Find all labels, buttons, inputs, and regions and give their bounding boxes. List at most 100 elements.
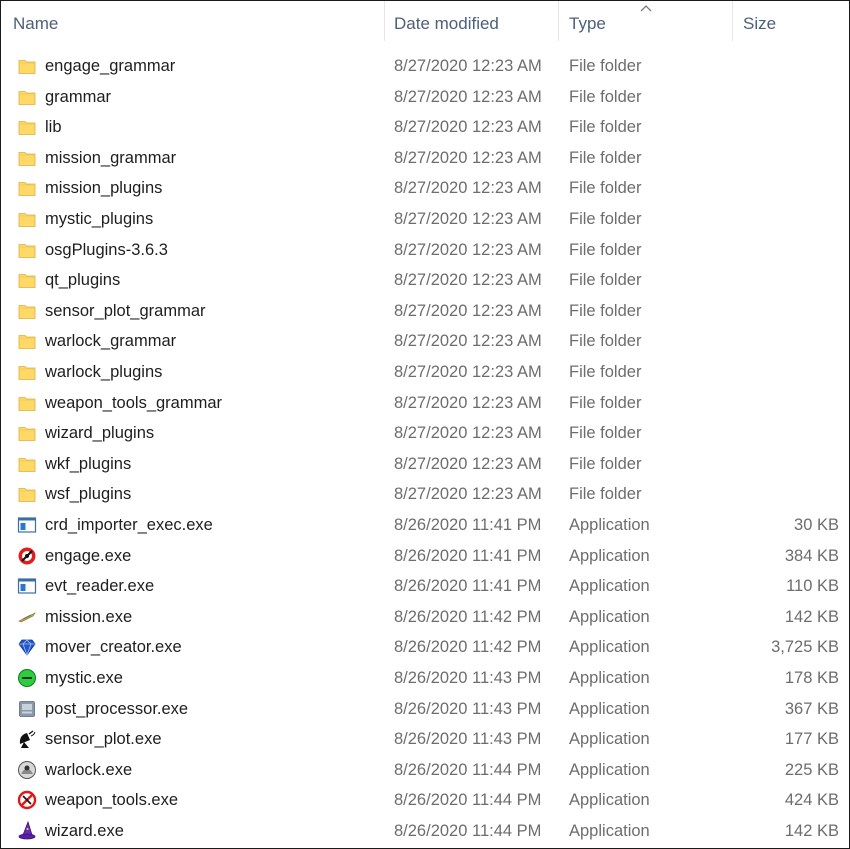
file-date-modified: 8/27/2020 12:23 AM: [394, 454, 542, 473]
file-name: warlock_plugins: [45, 363, 163, 381]
file-row[interactable]: mission.exe 8/26/2020 11:42 PM Application…: [1, 602, 849, 633]
file-row[interactable]: grammar 8/27/2020 12:23 AM File folder: [1, 82, 849, 113]
file-date-modified: 8/26/2020 11:42 PM: [394, 638, 542, 657]
column-header-size[interactable]: Size: [731, 1, 849, 47]
folder-icon: [17, 148, 37, 168]
file-name: engage_grammar: [45, 57, 176, 75]
file-row[interactable]: sensor_plot.exe 8/26/2020 11:43 PM Applica…: [1, 724, 849, 755]
window-app-icon: [17, 576, 37, 596]
file-row[interactable]: mover_creator.exe 8/26/2020 11:42 PM Appli…: [1, 632, 849, 663]
file-row[interactable]: wizard.exe 8/26/2020 11:44 PM Application 1…: [1, 816, 849, 847]
file-row[interactable]: wizard_plugins 8/27/2020 12:23 AM File fol…: [1, 418, 849, 449]
column-header-date-modified[interactable]: Date modified: [382, 1, 558, 47]
folder-icon: [17, 301, 37, 321]
file-type: File folder: [569, 424, 642, 443]
file-name: evt_reader.exe: [45, 577, 155, 596]
file-row[interactable]: engage.exe 8/26/2020 11:41 PM Application 3…: [1, 541, 849, 572]
file-row[interactable]: weapon_tools.exe 8/26/2020 11:44 PM Applic…: [1, 785, 849, 816]
post-processor-icon: [17, 699, 37, 719]
file-size: 424 KB: [784, 791, 839, 810]
file-date-modified: 8/27/2020 12:23 AM: [394, 424, 542, 443]
file-name: sensor_plot.exe: [45, 730, 162, 749]
file-row[interactable]: post_processor.exe 8/26/2020 11:43 PM Appl…: [1, 694, 849, 725]
column-header-bar: Name Date modified Type Size: [1, 1, 849, 47]
mover-creator-icon: [17, 637, 37, 657]
file-row[interactable]: weapon_tools_grammar 8/27/2020 12:23 AM Fi…: [1, 388, 849, 419]
column-header-name[interactable]: Name: [1, 1, 384, 47]
folder-icon: [17, 117, 37, 137]
file-name: wizard_plugins: [45, 424, 155, 443]
file-size: 142 KB: [784, 607, 839, 626]
file-date-modified: 8/26/2020 11:43 PM: [394, 669, 542, 687]
file-row[interactable]: lib 8/27/2020 12:23 AM File folder: [1, 112, 849, 143]
file-size: 110 KB: [786, 577, 839, 596]
engage-icon: [17, 546, 37, 566]
file-type: Application: [569, 730, 650, 749]
mission-icon: [17, 607, 37, 627]
file-name: engage.exe: [45, 546, 132, 565]
file-type: Application: [569, 638, 650, 657]
file-date-modified: 8/27/2020 12:23 AM: [394, 118, 542, 137]
file-name: mission.exe: [45, 607, 133, 626]
file-date-modified: 8/27/2020 12:23 AM: [394, 485, 542, 504]
file-size: 384 KB: [784, 546, 839, 565]
folder-icon: [17, 209, 37, 229]
file-size: 142 KB: [784, 822, 839, 840]
file-date-modified: 8/27/2020 12:23 AM: [394, 271, 542, 290]
folder-icon: [17, 484, 37, 504]
file-row[interactable]: engage_grammar 8/27/2020 12:23 AM File fol…: [1, 51, 849, 82]
file-date-modified: 8/26/2020 11:41 PM: [394, 546, 542, 565]
file-type: File folder: [569, 454, 642, 473]
file-name: lib: [45, 118, 62, 137]
file-size: 178 KB: [784, 669, 839, 687]
file-row[interactable]: mystic_plugins 8/27/2020 12:23 AM File fol…: [1, 204, 849, 235]
folder-icon: [17, 56, 37, 76]
folder-icon: [17, 331, 37, 351]
file-row[interactable]: osgPlugins-3.6.3 8/27/2020 12:23 AM File f…: [1, 235, 849, 266]
file-type: File folder: [569, 332, 642, 351]
file-name: warlock_grammar: [45, 332, 177, 351]
file-date-modified: 8/27/2020 12:23 AM: [394, 179, 542, 198]
file-type: File folder: [569, 87, 642, 106]
file-type: File folder: [569, 57, 642, 75]
file-date-modified: 8/27/2020 12:23 AM: [394, 240, 542, 259]
file-row[interactable]: mission_grammar 8/27/2020 12:23 AM File fo…: [1, 143, 849, 174]
file-name: osgPlugins-3.6.3: [45, 240, 168, 259]
file-row[interactable]: warlock_plugins 8/27/2020 12:23 AM File fo…: [1, 357, 849, 388]
file-row[interactable]: wkf_plugins 8/27/2020 12:23 AM File folder: [1, 449, 849, 480]
file-row[interactable]: evt_reader.exe 8/26/2020 11:41 PM Applicat…: [1, 571, 849, 602]
folder-icon: [17, 87, 37, 107]
file-row[interactable]: warlock_grammar 8/27/2020 12:23 AM File fo…: [1, 326, 849, 357]
file-size: 177 KB: [784, 730, 839, 749]
file-date-modified: 8/26/2020 11:44 PM: [394, 760, 542, 779]
file-name: mystic_plugins: [45, 210, 154, 228]
file-date-modified: 8/27/2020 12:23 AM: [394, 363, 542, 381]
file-type: Application: [569, 516, 650, 534]
file-date-modified: 8/27/2020 12:23 AM: [394, 57, 542, 75]
file-name: mover_creator.exe: [45, 638, 182, 657]
file-name: sensor_plot_grammar: [45, 301, 206, 320]
file-name: weapon_tools.exe: [45, 791, 179, 810]
file-row[interactable]: sensor_plot_grammar 8/27/2020 12:23 AM Fil…: [1, 296, 849, 327]
folder-icon: [17, 270, 37, 290]
file-row[interactable]: mystic.exe 8/26/2020 11:43 PM Application 1…: [1, 663, 849, 694]
file-type: File folder: [569, 148, 642, 167]
sort-ascending-icon: [640, 5, 652, 12]
file-date-modified: 8/27/2020 12:23 AM: [394, 210, 542, 228]
folder-icon: [17, 454, 37, 474]
folder-icon: [17, 178, 37, 198]
file-row[interactable]: crd_importer_exec.exe 8/26/2020 11:41 PM A…: [1, 510, 849, 541]
satellite-dish-icon: [17, 729, 37, 749]
file-type: Application: [569, 577, 650, 596]
file-type: File folder: [569, 118, 642, 137]
file-row[interactable]: warlock.exe 8/26/2020 11:44 PM Application…: [1, 755, 849, 786]
file-name: wkf_plugins: [45, 454, 132, 473]
file-date-modified: 8/26/2020 11:42 PM: [394, 607, 542, 626]
file-row[interactable]: mission_plugins 8/27/2020 12:23 AM File fo…: [1, 173, 849, 204]
file-name: wizard.exe: [45, 822, 124, 840]
file-type: Application: [569, 669, 650, 687]
file-row[interactable]: wsf_plugins 8/27/2020 12:23 AM File folder: [1, 479, 849, 510]
file-type: File folder: [569, 179, 642, 198]
file-row[interactable]: qt_plugins 8/27/2020 12:23 AM File folder: [1, 265, 849, 296]
file-type: File folder: [569, 363, 642, 381]
